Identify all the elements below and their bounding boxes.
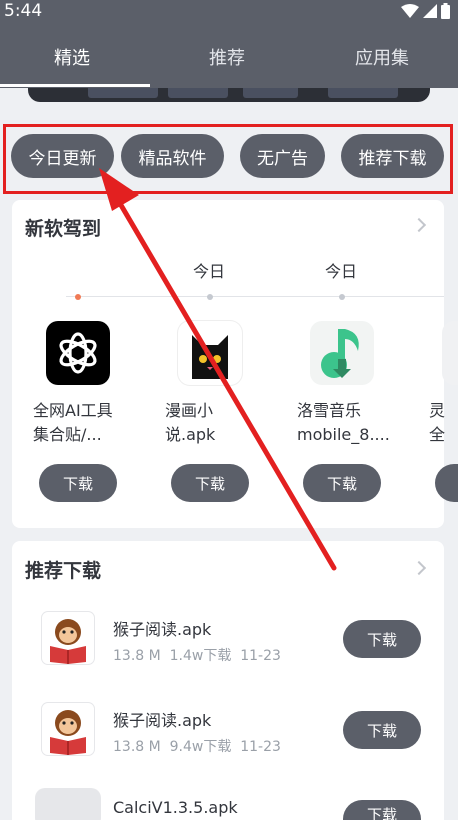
tab-featured[interactable]: 精选 [54,44,90,70]
openai-icon[interactable] [46,321,110,385]
recommended-app-name[interactable]: 猴子阅读.apk [113,616,211,640]
chevron-right-icon[interactable] [411,560,427,576]
recommended-app-name[interactable]: 猴子阅读.apk [113,707,211,731]
app-name[interactable]: 全网AI工具 集合贴/... [33,399,133,447]
recommended-app-name[interactable]: CalciV1.3.5.apk [113,798,238,817]
monkey-reading-icon[interactable] [42,703,94,755]
signal-icon [423,4,437,18]
wifi-icon [401,4,419,18]
download-button[interactable]: 下载 [343,800,421,820]
black-cat-icon[interactable] [178,321,242,385]
recommended-title: 推荐下载 [25,560,102,582]
new-software-title: 新软驾到 [25,218,102,240]
app-header: 5:44 精选 推荐 应用集 [0,0,458,88]
timeline-label: 今日 [193,262,226,281]
download-button[interactable]: 下载 [39,464,117,502]
tab-recommend[interactable]: 推荐 [209,44,245,70]
timeline-line [66,296,444,297]
app-name[interactable]: 洛雪音乐 mobile_8.... [297,399,397,447]
monkey-reading-icon[interactable] [42,612,94,664]
annotation-highlight-box [3,124,453,194]
timeline-dot-active [75,294,81,300]
chevron-right-icon[interactable] [411,217,427,233]
music-note-icon[interactable] [310,321,374,385]
placeholder-icon[interactable] [35,788,101,820]
download-button[interactable]: 下载 [343,711,421,749]
battery-icon [441,3,450,19]
app-icon[interactable] [442,321,458,385]
status-icons [401,3,450,19]
tab-app-collections[interactable]: 应用集 [355,44,409,70]
download-button[interactable]: 下载 [171,464,249,502]
app-name[interactable]: 灵 全 [429,399,458,447]
download-button[interactable]: 下载 [303,464,381,502]
top-tabs: 精选 推荐 应用集 [0,40,458,74]
download-button[interactable]: 下载 [343,620,421,658]
recommended-app-meta: 13.8 M 9.4w下载 11-23 [113,739,281,755]
timeline-dot [207,294,213,300]
recommended-card: 推荐下载 [12,541,444,820]
recommended-app-meta: 13.8 M 1.4w下载 11-23 [113,648,281,664]
status-time: 5:44 [4,1,43,21]
timeline-dot [339,294,345,300]
banner-carousel[interactable] [28,88,430,102]
timeline-label: 今日 [325,262,358,281]
status-bar: 5:44 [0,0,458,24]
active-tab-indicator [0,84,150,87]
app-name[interactable]: 漫画小 说.apk [165,399,265,447]
